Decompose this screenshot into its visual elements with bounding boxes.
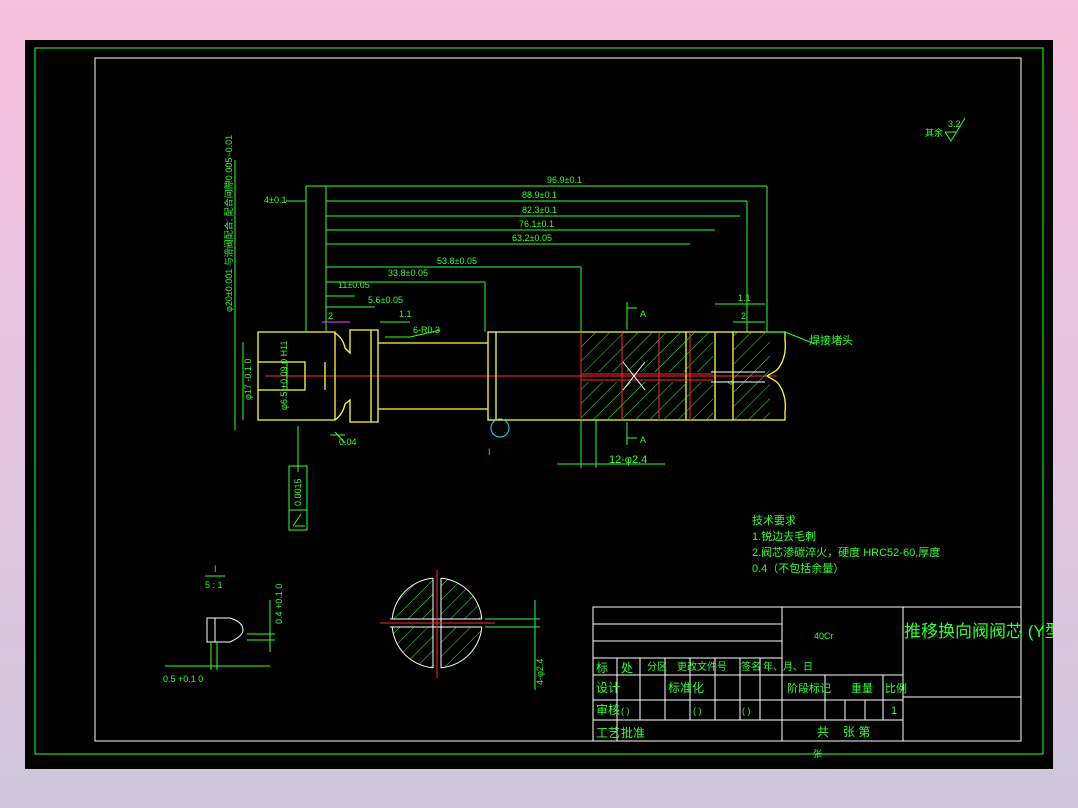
tb-sign: 签名 [741, 660, 761, 673]
depth-label: 4 [725, 380, 735, 385]
tech-line1: 1.锐边去毛刺 [752, 529, 816, 543]
section-a-top: A [640, 309, 646, 319]
runout-value: 0.04 [339, 437, 357, 447]
tb-review: 审核 [596, 702, 620, 717]
dim-82-3: 82.3±0.1 [522, 205, 557, 215]
tech-line3: 0.4（不包括余量） [752, 561, 844, 575]
cross-section: 4-φ2.4 [380, 570, 545, 690]
outer-border [34, 47, 1044, 755]
dim-96-9: 96.9±0.1 [547, 175, 582, 185]
drawing-title: 推移换向阀阀芯 (Y型) [904, 622, 1053, 641]
tb-standardize: 标准化 [668, 681, 704, 695]
detail-label: I [488, 447, 491, 457]
detail-w-dim: 0.5 +0.1 0 [163, 674, 203, 684]
tb-paren2: ( ) [693, 706, 702, 716]
dim-2-left: 2 [328, 311, 333, 321]
tb-doc: 更改文件号 [677, 660, 727, 673]
tech-heading: 技术要求 [752, 514, 796, 527]
detail-scale-bottom: 5 : 1 [205, 580, 223, 590]
section-dia: 4-φ2.4 [535, 659, 545, 685]
dim-dia-17: φ17 -0.1 0 [243, 359, 253, 400]
dim-2-right: 2 [741, 311, 746, 321]
tb-scale: 比例 [885, 681, 907, 695]
material: 40Cr [814, 631, 834, 641]
roughness-value: 3.2 [948, 119, 961, 129]
tech-requirements: 技术要求 1.锐边去毛刺 2.阀芯渗碳淬火，硬度 HRC52-60,厚度 0.4… [752, 514, 940, 575]
tb-zone: 分区 [647, 661, 667, 673]
tb-sheet-no: 张 第 [843, 725, 870, 739]
dim-76-1: 76.1±0.1 [519, 219, 554, 229]
tb-approve: 批准 [621, 725, 645, 740]
drawing-svg: 其余 3.2 96.9±0.1 88.9±0.1 82.3±0.1 76.1±0… [34, 47, 1053, 759]
detail-scale-top: I [214, 564, 217, 574]
dim-4: 4±0.1 [264, 195, 286, 205]
tb-stage: 阶段标记 [787, 681, 831, 695]
dim-63-2: 63.2±0.05 [512, 233, 552, 243]
dim-88-9: 88.9±0.1 [522, 190, 557, 200]
weld-note: 焊接堵头 [809, 333, 853, 347]
detail-circle [490, 418, 510, 438]
detail-view: I 5 : 1 0.4 +0.1 0 0.5 +0.1 0 [163, 564, 284, 684]
dim-left-vertical: φ20±0.001 与滑阀配合, 配合间隙0.005~0.01 [223, 135, 234, 312]
tb-mark: 标 [596, 661, 608, 675]
tb-scale-val: 1 [891, 705, 897, 717]
roughness-symbol: 其余 3.2 [925, 117, 966, 142]
tb-sheet-suffix: 张 [813, 749, 822, 759]
title-block: 40Cr 推移换向阀阀芯 (Y型) 标 处 分区 更改文件号 签名 年、月、日 … [592, 606, 1053, 759]
dim-1-1-left: 1.1 [399, 309, 412, 319]
fillet-callout: 6-R0.3 [413, 325, 440, 335]
roughness-note: 其余 [925, 127, 943, 138]
detail-h-dim: 0.4 +0.1 0 [274, 584, 284, 624]
dim-5-6: 5.6±0.05 [368, 295, 403, 305]
tb-date: 年、月、日 [763, 660, 813, 673]
tb-paren3: ( ) [742, 706, 751, 716]
dim-11: 11±0.05 [338, 280, 370, 290]
tb-weight: 重量 [851, 681, 873, 695]
holes-callout: 12-φ2.4 [609, 454, 647, 466]
section-a-bottom: A [640, 435, 646, 445]
tb-sheets-total: 共 [817, 725, 829, 739]
dim-33-8: 33.8±0.05 [388, 268, 428, 278]
dim-1-1-right: 1.1 [738, 293, 751, 303]
tb-design: 设计 [596, 681, 620, 695]
dim-53-8: 53.8±0.05 [437, 256, 477, 266]
tb-paren1: ( ) [621, 706, 630, 716]
cad-drawing-canvas: 其余 3.2 96.9±0.1 88.9±0.1 82.3±0.1 76.1±0… [25, 40, 1053, 769]
tolerance-frame: 0.0015 [288, 465, 308, 531]
dim-dia-6-5: φ6.5 +0.09 0 H11 [279, 341, 289, 410]
tb-process: 工艺 [596, 726, 620, 740]
tech-line2: 2.阀芯渗碳淬火，硬度 HRC52-60,厚度 [752, 545, 940, 559]
tol-value: 0.0015 [293, 478, 303, 506]
tb-count: 处 [621, 661, 633, 675]
